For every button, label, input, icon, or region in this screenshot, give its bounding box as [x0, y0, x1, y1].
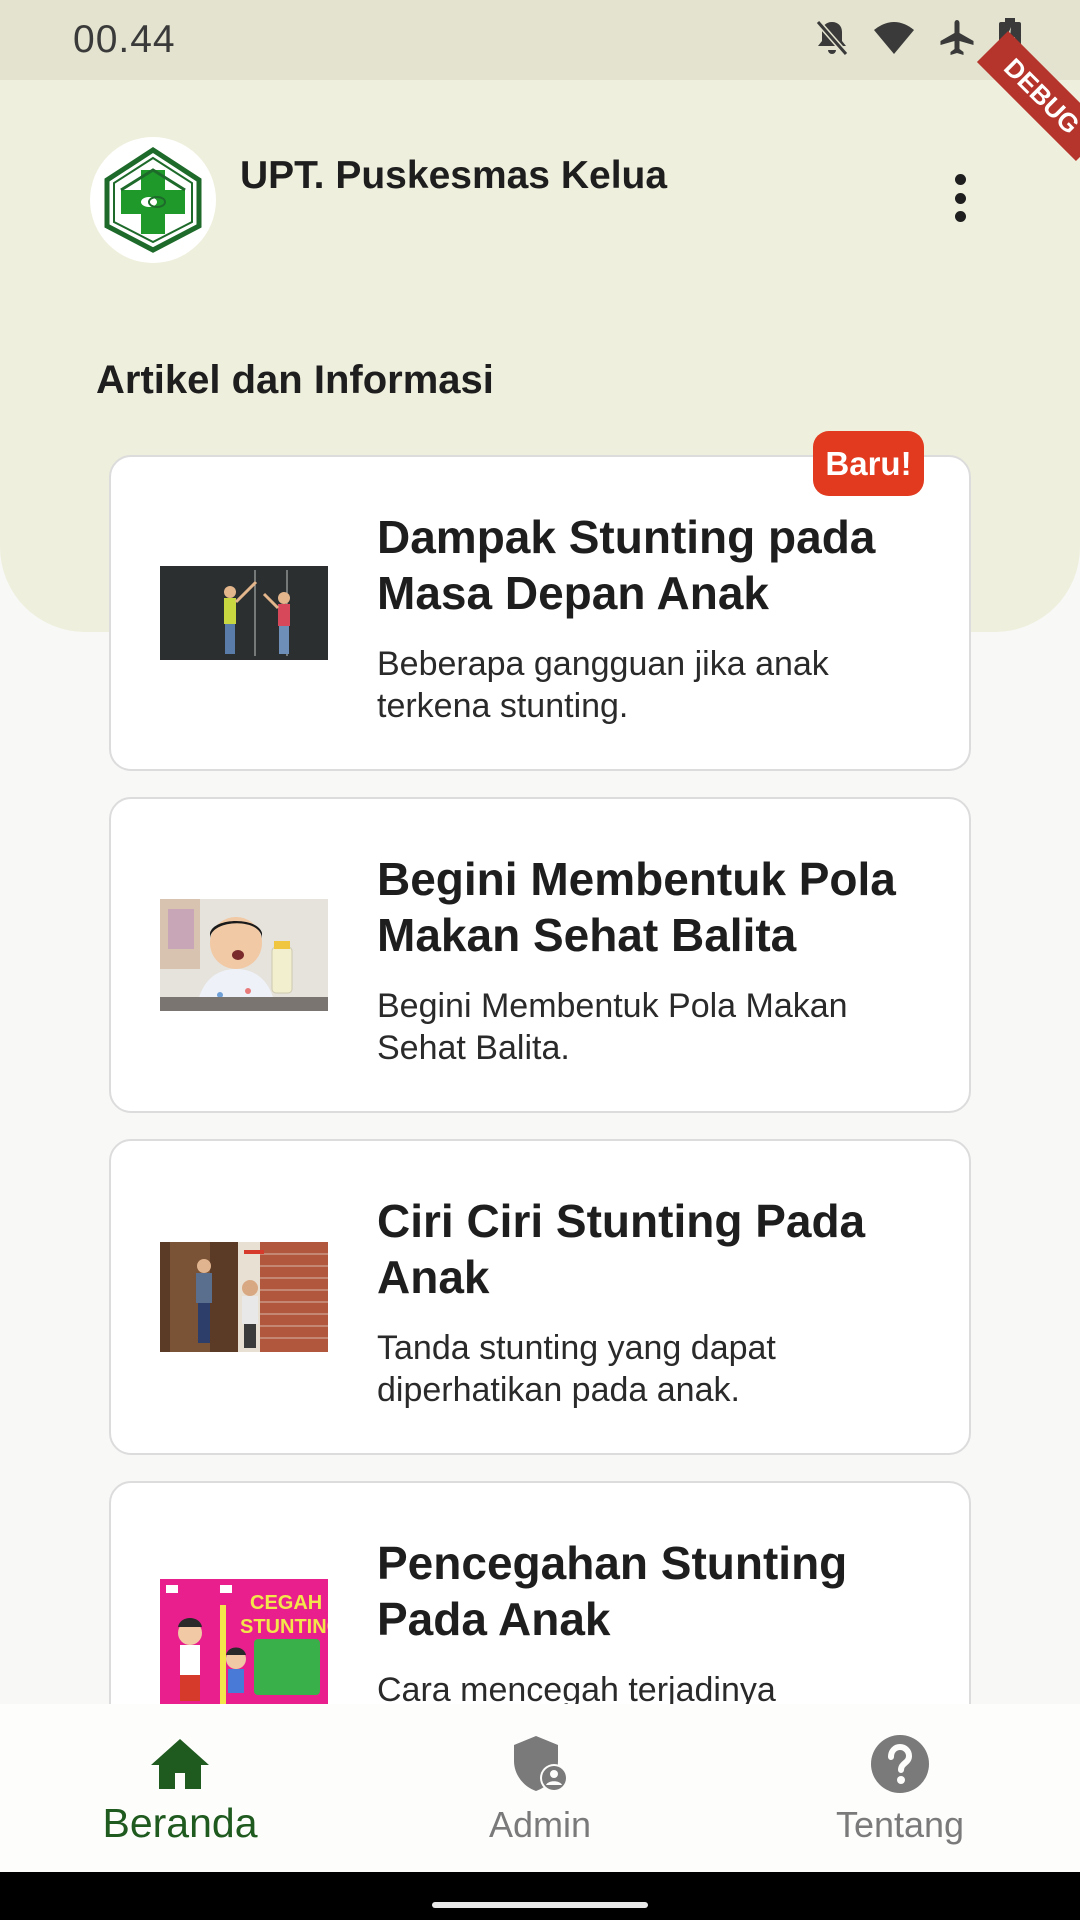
gesture-handle[interactable] [432, 1902, 648, 1908]
wifi-icon [874, 22, 914, 54]
help-circle-icon [870, 1734, 930, 1794]
more-vertical-icon[interactable] [940, 168, 980, 228]
article-thumbnail [160, 1242, 328, 1352]
nav-item-beranda[interactable]: Beranda [30, 1704, 330, 1872]
home-icon [149, 1734, 211, 1794]
article-card[interactable]: Ciri Ciri Stunting Pada Anak Tanda stunt… [109, 1139, 971, 1455]
nav-label: Beranda [102, 1800, 258, 1846]
bottom-navigation: Beranda Admin Tentang [0, 1704, 1080, 1872]
article-card[interactable]: Begini Membentuk Pola Makan Sehat Balita… [109, 797, 971, 1113]
menu-dot [954, 174, 966, 185]
status-time: 00.44 [73, 18, 176, 61]
section-title: Artikel dan Informasi [96, 358, 494, 402]
nav-label: Admin [488, 1804, 592, 1845]
article-title: Ciri Ciri Stunting Pada Anak [377, 1195, 866, 1303]
menu-dot [954, 211, 966, 222]
article-description: Tanda stunting yang dapat diperhatikan p… [377, 1329, 776, 1409]
system-navigation-bar [0, 1872, 1080, 1920]
article-thumbnail [160, 899, 328, 1011]
article-title: Pencegahan Stunting Pada Anak [377, 1537, 848, 1645]
article-thumbnail [160, 566, 328, 660]
thumbnail-text-cegah: CEGAH [250, 1592, 322, 1614]
article-title: Dampak Stunting pada Masa Depan Anak [377, 511, 876, 619]
bell-off-icon [815, 20, 849, 56]
nav-item-admin[interactable]: Admin [390, 1704, 690, 1872]
puskesmas-logo [90, 137, 216, 263]
article-description: Beberapa gangguan jika anak terkena stun… [377, 645, 829, 725]
menu-dot [954, 192, 966, 204]
thumbnail-text-stunting: STUNTING [240, 1616, 328, 1638]
new-badge: Baru! [813, 431, 924, 496]
article-thumbnail: CEGAH STUNTING [160, 1579, 328, 1719]
app-title: UPT. Puskesmas Kelua [240, 154, 668, 197]
article-title: Begini Membentuk Pola Makan Sehat Balita [377, 853, 896, 961]
status-bar: 00.44 [0, 0, 1080, 80]
article-card[interactable]: Dampak Stunting pada Masa Depan Anak Beb… [109, 455, 971, 771]
nav-label: Tentang [835, 1804, 965, 1845]
admin-shield-icon [510, 1734, 570, 1794]
article-description: Begini Membentuk Pola Makan Sehat Balita… [377, 987, 848, 1067]
nav-item-tentang[interactable]: Tentang [750, 1704, 1050, 1872]
airplane-icon [940, 20, 974, 55]
